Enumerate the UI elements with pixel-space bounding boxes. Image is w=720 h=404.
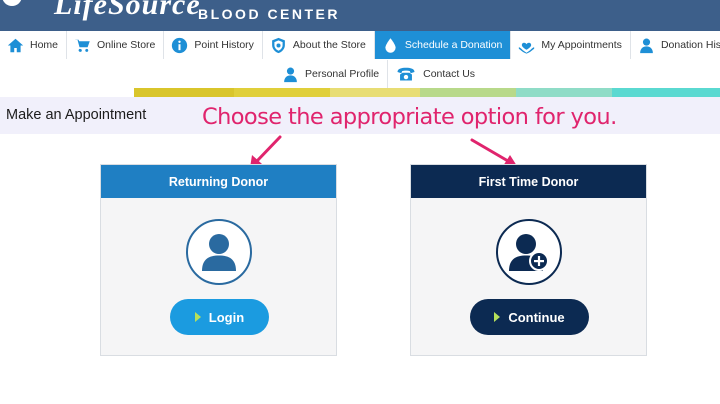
user-add-icon bbox=[496, 219, 562, 285]
card-title: Returning Donor bbox=[101, 165, 336, 198]
login-button-label: Login bbox=[208, 309, 245, 325]
continue-button-label: Continue bbox=[508, 309, 565, 325]
page: LifeSource BLOOD CENTER Home Online Stor… bbox=[0, 0, 720, 404]
card-title: First Time Donor bbox=[411, 165, 646, 198]
annotation-arrow-right bbox=[470, 138, 517, 166]
returning-donor-card: Returning Donor Login bbox=[100, 164, 337, 356]
first-time-donor-card: First Time Donor Continue bbox=[410, 164, 647, 356]
play-icon bbox=[494, 312, 501, 322]
user-icon bbox=[186, 219, 252, 285]
login-button[interactable]: Login bbox=[170, 299, 269, 335]
continue-button[interactable]: Continue bbox=[470, 299, 589, 335]
play-icon bbox=[194, 312, 201, 322]
